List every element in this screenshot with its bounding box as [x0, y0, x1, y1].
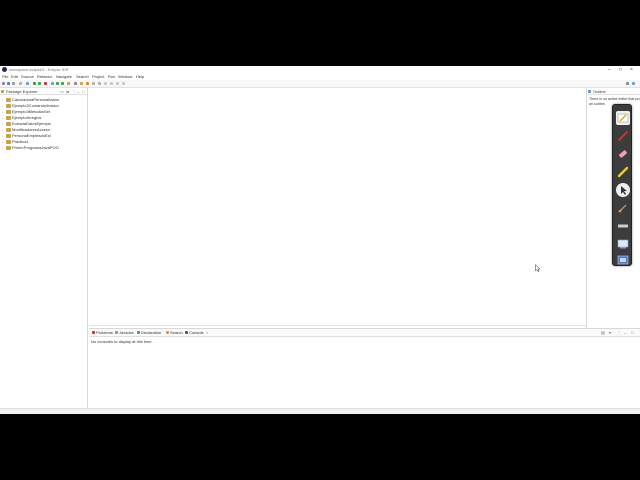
console-message: No consoles to display at this time. — [91, 339, 153, 344]
status-bar — [0, 408, 640, 414]
brush-icon[interactable] — [616, 201, 630, 215]
annotation-toolbar — [612, 104, 632, 266]
expand-arrow-icon[interactable]: › — [2, 145, 3, 151]
bottom-tabs: Problems Javadoc Declaration Search Cons… — [89, 329, 640, 337]
package-explorer-icon — [1, 90, 4, 93]
back-icon[interactable] — [110, 82, 113, 85]
external-tools-icon[interactable] — [44, 82, 47, 85]
new-package-icon[interactable] — [56, 82, 59, 85]
print-icon[interactable] — [19, 82, 22, 85]
forward-icon[interactable] — [116, 82, 119, 85]
tab-declaration[interactable]: Declaration — [137, 329, 161, 337]
project-folder-icon — [6, 116, 11, 120]
project-folder-icon — [6, 104, 11, 108]
perspective-icon[interactable] — [626, 82, 629, 85]
highlighter-icon[interactable] — [616, 165, 630, 179]
javadoc-icon — [115, 331, 118, 335]
maximize-view-icon[interactable]: □ — [82, 89, 84, 94]
minimize-view-icon[interactable]: – — [77, 89, 79, 94]
open-type-icon[interactable] — [67, 82, 70, 85]
open-console-icon[interactable]: ▤ — [601, 330, 605, 335]
tab-problems[interactable]: Problems — [92, 329, 113, 337]
view-menu-icon[interactable]: ⋮ — [72, 89, 76, 94]
minimize-view-icon[interactable]: – — [624, 330, 626, 335]
package-explorer-tab[interactable]: Package Explorer ▭ ⇆ ⋮ – □ — [0, 88, 88, 95]
eraser-icon[interactable] — [616, 147, 630, 161]
bottom-panel: Problems Javadoc Declaration Search Cons… — [89, 328, 640, 408]
project-folder-icon — [6, 140, 11, 144]
pin-icon[interactable] — [122, 82, 125, 85]
outline-title: Outline — [593, 89, 606, 94]
tab-console[interactable]: Console × — [185, 329, 208, 337]
editor-area[interactable] — [89, 88, 586, 326]
project-folder-icon — [6, 134, 11, 138]
maximize-icon[interactable]: □ — [619, 66, 622, 74]
close-icon[interactable]: × — [630, 66, 633, 74]
close-tab-icon[interactable]: × — [206, 330, 208, 335]
pin-console-icon[interactable]: ⋮ — [617, 330, 621, 335]
open-task-icon[interactable] — [80, 82, 83, 85]
minimize-icon[interactable]: – — [608, 66, 611, 74]
package-explorer-title: Package Explorer — [6, 89, 38, 94]
search-icon[interactable] — [74, 82, 77, 85]
tab-search[interactable]: Search — [166, 329, 183, 337]
new-icon[interactable] — [2, 82, 5, 85]
project-folder-icon — [6, 122, 11, 126]
eclipse-logo-icon — [2, 67, 7, 72]
project-folder-icon — [6, 146, 11, 150]
maximize-view-icon[interactable]: □ — [631, 330, 633, 335]
last-edit-icon[interactable] — [104, 82, 107, 85]
console-icon — [185, 331, 188, 335]
search-view-icon — [166, 331, 169, 335]
outline-icon — [588, 90, 591, 93]
whiteboard-icon[interactable] — [616, 237, 630, 251]
outline-tab[interactable]: Outline — [587, 88, 640, 95]
java-perspective-icon[interactable] — [632, 82, 635, 85]
project-folder-icon — [6, 110, 11, 114]
run-icon[interactable] — [38, 82, 41, 85]
project-folder-icon — [6, 98, 11, 102]
prev-annotation-icon[interactable] — [98, 82, 101, 85]
list-item[interactable]: › PrimerProgramaJavaPOO — [2, 145, 86, 151]
pen-icon[interactable] — [616, 111, 630, 125]
build-icon[interactable] — [26, 82, 29, 85]
declaration-icon — [137, 331, 140, 335]
save-all-icon[interactable] — [12, 82, 15, 85]
title-bar: workspace-eclipse3 - Eclipse IDE – □ × — [0, 66, 640, 74]
problems-icon — [92, 331, 95, 335]
tab-javadoc[interactable]: Javadoc — [115, 329, 134, 337]
project-folder-icon — [6, 128, 11, 132]
line-icon[interactable] — [616, 219, 630, 233]
main-toolbar — [0, 80, 640, 88]
screen-icon[interactable] — [616, 253, 630, 267]
new-class-icon[interactable] — [61, 82, 64, 85]
new-java-project-icon[interactable] — [51, 82, 54, 85]
pointer-icon[interactable] — [616, 183, 630, 197]
package-explorer-panel: Package Explorer ▭ ⇆ ⋮ – □ › CalculadoraP… — [0, 88, 88, 408]
annotation-icon[interactable] — [86, 82, 89, 85]
collapse-all-icon[interactable]: ▭ — [60, 89, 64, 94]
link-editor-icon[interactable]: ⇆ — [66, 89, 69, 94]
display-console-icon[interactable]: ▾ — [609, 330, 611, 335]
window-title: workspace-eclipse3 - Eclipse IDE — [9, 67, 69, 72]
red-marker-icon[interactable] — [616, 129, 630, 143]
eclipse-window: workspace-eclipse3 - Eclipse IDE – □ × F… — [0, 66, 640, 414]
mouse-cursor-icon — [535, 259, 541, 273]
next-annotation-icon[interactable] — [92, 82, 95, 85]
save-icon[interactable] — [7, 82, 10, 85]
debug-icon[interactable] — [33, 82, 36, 85]
